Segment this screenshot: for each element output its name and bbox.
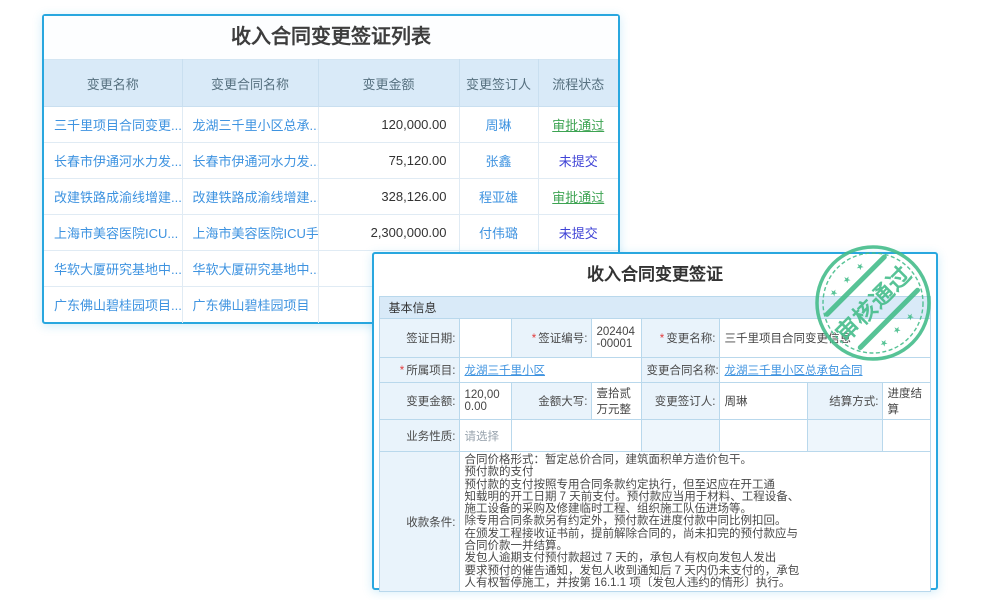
change-signer: 程亚雄 <box>459 179 538 215</box>
table-row[interactable]: 上海市美容医院ICU... 上海市美容医院ICU手... 2,300,000.0… <box>44 215 618 251</box>
change-amount: 120,000.00 <box>318 107 459 143</box>
change-name-link[interactable]: 改建铁路成渝线增建... <box>44 179 182 215</box>
page: 收入合同变更签证列表 变更名称 变更合同名称 变更金额 变更签订人 流程状态 三… <box>0 0 1000 600</box>
empty-cell <box>808 420 883 452</box>
empty-cell <box>642 420 720 452</box>
business-nature-label: 业务性质: <box>380 420 460 452</box>
empty-cell <box>883 420 930 452</box>
change-signer: 张鑫 <box>459 143 538 179</box>
visa-no-label: *签证编号: <box>512 319 592 358</box>
change-amount: 75,120.00 <box>318 143 459 179</box>
receipt-terms-field[interactable]: 合同价格形式：暂定总价合同，建筑面积单方造价包干。 预付款的支付 预付款的支付按… <box>460 452 930 592</box>
contract-name-label: 变更合同名称: <box>642 358 720 383</box>
table-header-row: 变更名称 变更合同名称 变更金额 变更签订人 流程状态 <box>44 60 618 107</box>
contract-name-link[interactable]: 华软大厦研究基地中... <box>182 251 318 287</box>
status-text[interactable]: 未提交 <box>538 215 618 251</box>
required-asterisk: * <box>532 333 536 345</box>
required-asterisk: * <box>660 333 664 345</box>
status-link[interactable]: 审批通过 <box>538 179 618 215</box>
required-asterisk: * <box>400 365 404 377</box>
contract-name-link[interactable]: 龙湖三千里小区总承... <box>182 107 318 143</box>
project-label: *所属项目: <box>380 358 460 383</box>
empty-cell <box>512 420 642 452</box>
table-row[interactable]: 三千里项目合同变更... 龙湖三千里小区总承... 120,000.00 周琳 … <box>44 107 618 143</box>
amount-words-field: 壹拾贰万元整 <box>592 383 642 420</box>
contract-name-link[interactable]: 改建铁路成渝线增建... <box>182 179 318 215</box>
table-row[interactable]: 长春市伊通河水力发... 长春市伊通河水力发... 75,120.00 张鑫 未… <box>44 143 618 179</box>
change-name-link[interactable]: 上海市美容医院ICU... <box>44 215 182 251</box>
col-header-change-amount: 变更金额 <box>318 60 459 107</box>
empty-cell <box>720 420 808 452</box>
status-text[interactable]: 未提交 <box>538 143 618 179</box>
col-header-change-name: 变更名称 <box>44 60 182 107</box>
change-name-link[interactable]: 华软大厦研究基地中... <box>44 251 182 287</box>
approval-stamp: 审核通过 ★ ★ ★ ★ ★ ★ <box>808 238 938 368</box>
table-row[interactable]: 改建铁路成渝线增建... 改建铁路成渝线增建... 328,126.00 程亚雄… <box>44 179 618 215</box>
change-amount: 328,126.00 <box>318 179 459 215</box>
visa-date-label: 签证日期: <box>380 319 460 358</box>
project-link[interactable]: 龙湖三千里小区 <box>464 365 545 377</box>
visa-date-field[interactable] <box>460 319 512 358</box>
receipt-terms-label: 收款条件: <box>380 452 460 592</box>
select-placeholder: 请选择 <box>464 431 499 443</box>
amount-words-label: 金额大写: <box>512 383 592 420</box>
contract-name-link[interactable]: 广东佛山碧桂园项目 <box>182 287 318 323</box>
col-header-contract-name: 变更合同名称 <box>182 60 318 107</box>
col-header-change-signer: 变更签订人 <box>459 60 538 107</box>
change-signer: 周琳 <box>459 107 538 143</box>
status-link[interactable]: 审批通过 <box>538 107 618 143</box>
amount-field[interactable]: 120,000.00 <box>460 383 512 420</box>
change-name-link[interactable]: 广东佛山碧桂园项目... <box>44 287 182 323</box>
list-title: 收入合同变更签证列表 <box>44 16 618 59</box>
amount-label: 变更金额: <box>380 383 460 420</box>
change-name-link[interactable]: 三千里项目合同变更... <box>44 107 182 143</box>
change-amount: 2,300,000.00 <box>318 215 459 251</box>
change-name-link[interactable]: 长春市伊通河水力发... <box>44 143 182 179</box>
settlement-label: 结算方式: <box>808 383 883 420</box>
project-field: 龙湖三千里小区 <box>460 358 642 383</box>
visa-no-field[interactable]: 202404-00001 <box>592 319 642 358</box>
contract-name-link[interactable]: 上海市美容医院ICU手... <box>182 215 318 251</box>
change-name-label: *变更名称: <box>642 319 720 358</box>
settlement-field[interactable]: 进度结算 <box>883 383 930 420</box>
signer-field[interactable]: 周琳 <box>720 383 808 420</box>
signer-label: 变更签订人: <box>642 383 720 420</box>
contract-name-link[interactable]: 长春市伊通河水力发... <box>182 143 318 179</box>
col-header-process-status: 流程状态 <box>538 60 618 107</box>
change-signer: 付伟璐 <box>459 215 538 251</box>
business-nature-select[interactable]: 请选择 <box>460 420 512 452</box>
